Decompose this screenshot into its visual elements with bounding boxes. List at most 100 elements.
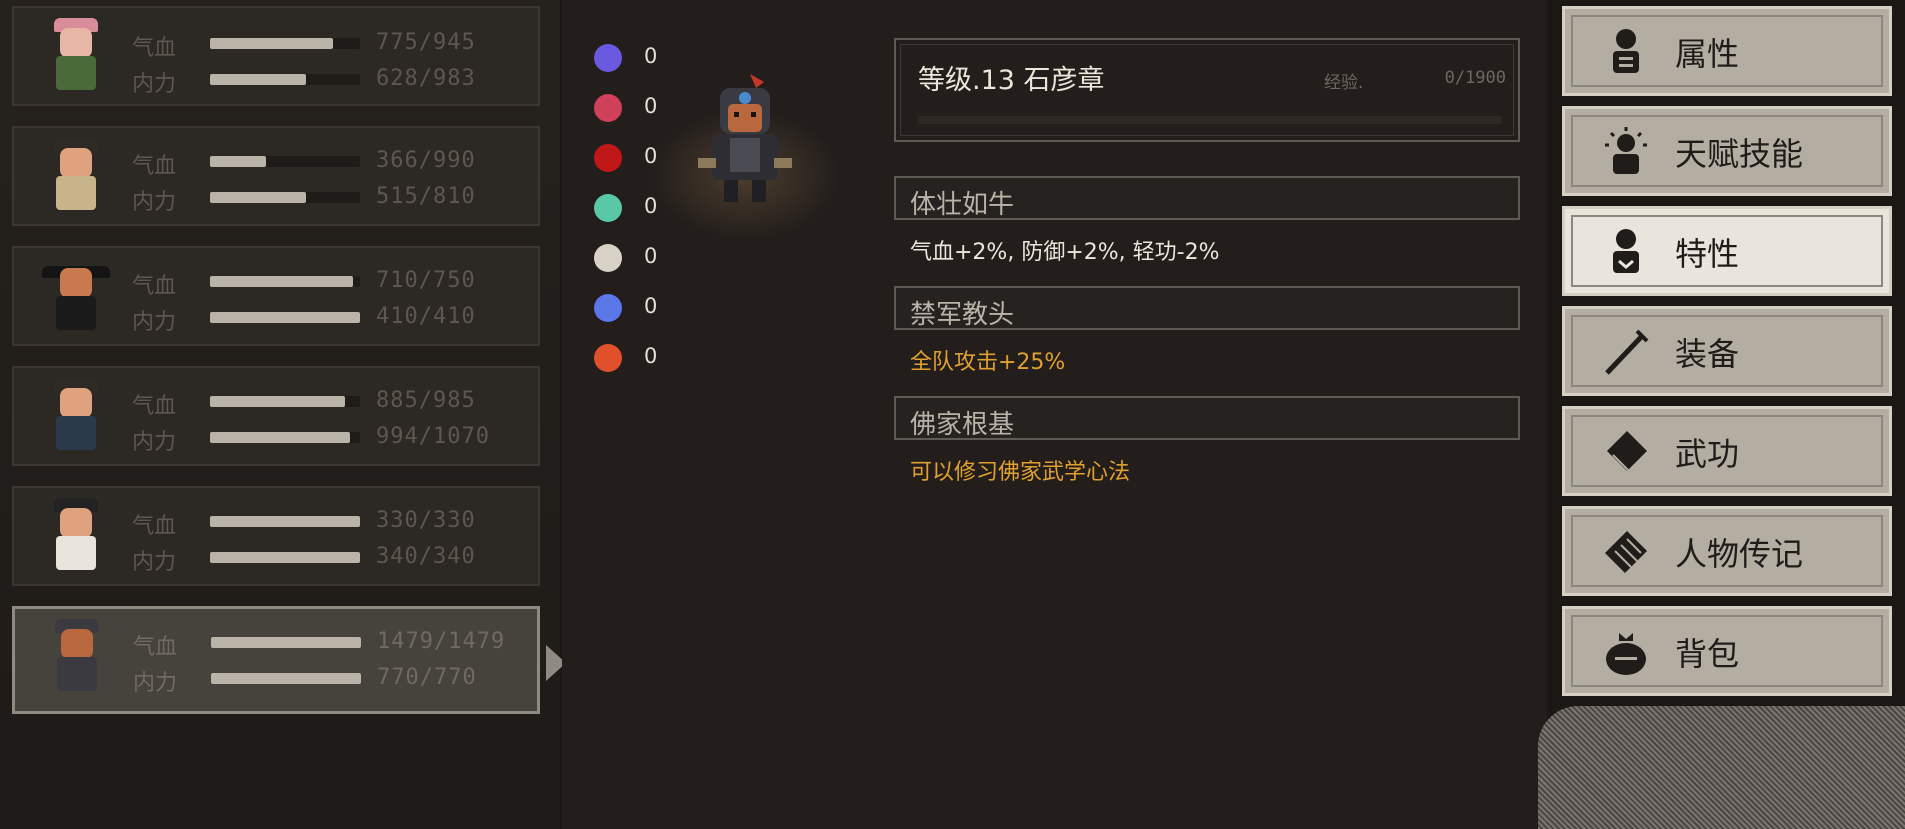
mp-value: 515/810 — [376, 184, 476, 209]
hp-label: 气血 — [132, 36, 177, 61]
mp-bar-fill — [210, 74, 306, 85]
status-count: 0 — [644, 294, 658, 318]
party-member-3[interactable]: 气血 710/750 内力 410/410 — [12, 246, 540, 346]
mp-bar-fill — [210, 192, 306, 203]
mp-bar — [210, 552, 360, 563]
mp-label: 内力 — [133, 671, 178, 696]
green-virus-icon — [594, 194, 622, 222]
mp-bar — [210, 432, 360, 443]
hp-bar — [210, 516, 360, 527]
trait-header-2: 禁军教头 — [894, 286, 1520, 330]
hp-bar — [210, 156, 360, 167]
trait-header-1: 体壮如牛 — [894, 176, 1520, 220]
mp-bar-fill — [210, 552, 360, 563]
menu-inventory-button[interactable]: 背包 — [1562, 606, 1892, 696]
hp-label: 气血 — [132, 514, 177, 539]
character-portrait — [690, 72, 800, 212]
exp-value: 0/1900 — [1444, 68, 1506, 88]
menu-attributes-button[interactable]: 属性 — [1562, 6, 1892, 96]
sword-icon — [1605, 329, 1649, 375]
bone-icon — [594, 244, 622, 272]
trait-title: 佛家根基 — [910, 410, 1015, 440]
mp-value: 340/340 — [376, 544, 476, 569]
menu-label: 背包 — [1675, 635, 1740, 673]
blue-spiral-icon — [594, 294, 622, 322]
hp-label: 气血 — [132, 154, 177, 179]
character-header: 等级.13 石彦章 经验. 0/1900 — [894, 38, 1520, 142]
hp-bar-fill — [210, 38, 333, 49]
hp-value: 330/330 — [376, 508, 476, 533]
mp-bar — [210, 192, 360, 203]
broken-heart-icon — [594, 94, 622, 122]
hp-bar — [210, 276, 360, 287]
member-avatar — [40, 498, 112, 576]
mp-bar-fill — [210, 432, 350, 443]
party-list: 气血 775/945 内力 628/983 气血 366/990 内力 515/… — [0, 0, 566, 829]
avatar-head — [60, 148, 92, 178]
member-avatar — [41, 619, 113, 697]
hp-bar-fill — [210, 396, 345, 407]
avatar-head — [60, 28, 92, 58]
hp-value: 710/750 — [376, 268, 476, 293]
noise-texture-decoration — [1538, 706, 1905, 829]
skull-icon — [594, 44, 622, 72]
mp-bar — [210, 74, 360, 85]
avatar-head — [60, 268, 92, 298]
member-avatar — [40, 18, 112, 96]
mp-bar-fill — [211, 673, 361, 684]
menu-label: 天赋技能 — [1675, 135, 1804, 173]
trait-title: 禁军教头 — [910, 300, 1015, 330]
radiant-person-icon — [1605, 127, 1647, 174]
menu-label: 武功 — [1675, 435, 1740, 473]
party-member-4[interactable]: 气血 885/985 内力 994/1070 — [12, 366, 540, 466]
hp-value: 366/990 — [376, 148, 476, 173]
member-avatar — [40, 258, 112, 336]
status-count: 0 — [644, 244, 658, 268]
party-member-6-selected[interactable]: 气血 1479/1479 内力 770/770 — [12, 606, 540, 714]
hp-bar — [211, 637, 361, 648]
fire-icon — [594, 344, 622, 372]
member-avatar — [40, 138, 112, 216]
exp-label: 经验. — [1324, 73, 1364, 93]
party-member-5[interactable]: 气血 330/330 内力 340/340 — [12, 486, 540, 586]
mp-value: 994/1070 — [376, 424, 490, 449]
hp-bar-fill — [210, 276, 353, 287]
mp-bar-fill — [210, 312, 360, 323]
book-icon — [1607, 431, 1647, 472]
mp-bar — [211, 673, 361, 684]
status-count: 0 — [644, 344, 658, 368]
hp-label: 气血 — [133, 635, 178, 660]
mp-value: 410/410 — [376, 304, 476, 329]
mp-value: 770/770 — [377, 665, 477, 690]
scroll-icon — [1605, 531, 1647, 573]
mp-value: 628/983 — [376, 66, 476, 91]
bag-icon — [1606, 633, 1646, 675]
hp-label: 气血 — [132, 274, 177, 299]
menu-label: 属性 — [1675, 35, 1740, 73]
menu-label: 人物传记 — [1675, 535, 1804, 573]
hp-bar — [210, 396, 360, 407]
trait-description-3: 可以修习佛家武学心法 — [910, 460, 1131, 485]
avatar-head — [60, 388, 92, 418]
mp-label: 内力 — [132, 310, 177, 335]
menu-equipment-button[interactable]: 装备 — [1562, 306, 1892, 396]
avatar-head — [61, 629, 93, 659]
trait-header-3: 佛家根基 — [894, 396, 1520, 440]
party-member-2[interactable]: 气血 366/990 内力 515/810 — [12, 126, 540, 226]
party-member-1[interactable]: 气血 775/945 内力 628/983 — [12, 6, 540, 106]
person-icon — [1613, 29, 1639, 73]
trait-title: 体壮如牛 — [910, 190, 1015, 220]
hp-bar-fill — [211, 637, 361, 648]
hp-bar-fill — [210, 516, 360, 527]
avatar-head — [60, 508, 92, 538]
mp-label: 内力 — [132, 430, 177, 455]
mp-label: 内力 — [132, 72, 177, 97]
menu-martial-arts-button[interactable]: 武功 — [1562, 406, 1892, 496]
member-avatar — [40, 378, 112, 456]
menu-biography-button[interactable]: 人物传记 — [1562, 506, 1892, 596]
menu-traits-button[interactable]: 特性 — [1562, 206, 1892, 296]
menu-talents-button[interactable]: 天赋技能 — [1562, 106, 1892, 196]
hp-bar-fill — [210, 156, 266, 167]
hp-bar — [210, 38, 360, 49]
hp-value: 775/945 — [376, 30, 476, 55]
